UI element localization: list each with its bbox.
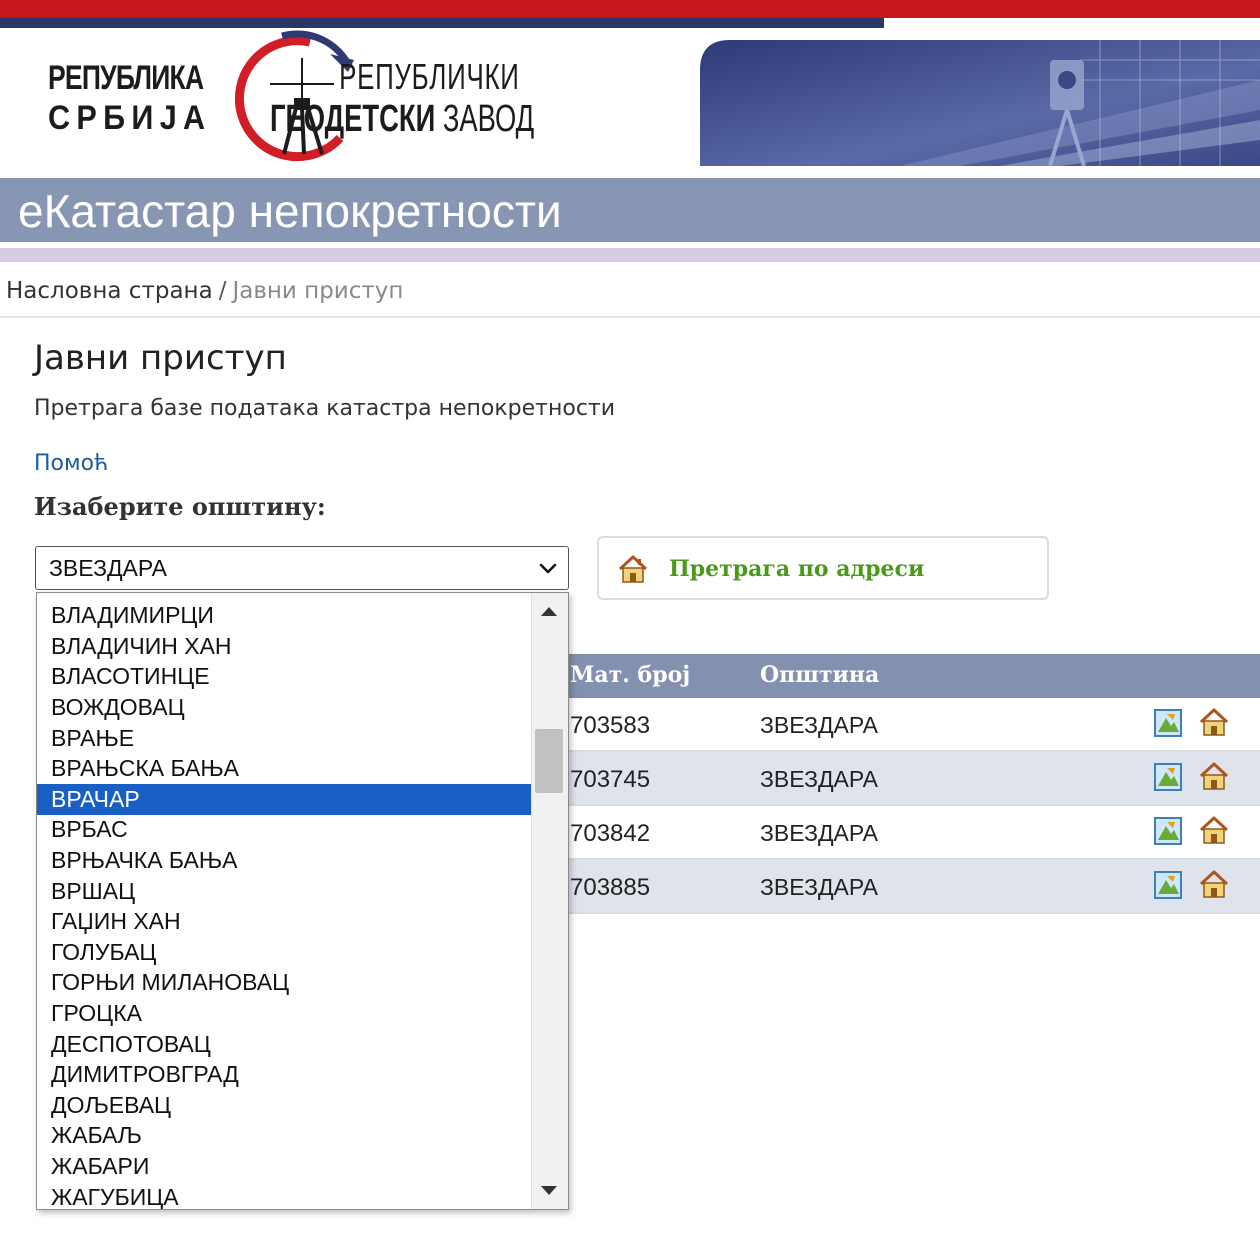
agency-line2: ГЕОДЕТСКИ ЗАВОД (270, 98, 534, 140)
app-title-bar: еКатастар непокретности (0, 178, 1260, 242)
top-red-stripe (0, 0, 1260, 18)
page-title: Јавни приступ (34, 338, 287, 378)
house-icon[interactable] (1198, 814, 1230, 846)
municipality-select-label: Изаберите општину: (34, 492, 326, 521)
column-header-mat-broj: Мат. број (570, 662, 691, 688)
scroll-down-arrow-icon[interactable] (541, 1186, 557, 1195)
dropdown-option[interactable]: ВЛАДИМИРЦИ (37, 600, 531, 631)
scrollbar-thumb[interactable] (535, 729, 563, 793)
table-row: 703745 ЗВЕЗДАРА (560, 752, 1260, 806)
municipality-dropdown-list[interactable]: ВЛАДИМИРЦИ ВЛАДИЧИН ХАН ВЛАСОТИНЦЕ ВОЖДО… (36, 592, 569, 1210)
country-wordmark: РЕПУБЛИКА СРБИЈА (48, 58, 247, 138)
cell-opstina: ЗВЕЗДАРА (760, 712, 879, 738)
scroll-up-arrow-icon[interactable] (541, 607, 557, 616)
address-search-button[interactable]: Претрага по адреси (597, 536, 1049, 600)
table-row: 703885 ЗВЕЗДАРА (560, 860, 1260, 914)
breadcrumb-divider (0, 316, 1260, 318)
map-icon[interactable] (1153, 762, 1183, 792)
page-subtitle: Претрага базе података катастра непокрет… (34, 396, 616, 421)
dropdown-option-highlighted[interactable]: ВРАЧАР (37, 784, 531, 815)
dropdown-option[interactable]: ВРШАЦ (37, 876, 531, 907)
dropdown-option[interactable]: ГРОЦКА (37, 998, 531, 1029)
dropdown-option[interactable]: ДОЉЕВАЦ (37, 1090, 531, 1121)
dropdown-option[interactable]: ЖАГУБИЦА (37, 1182, 531, 1209)
table-row: 703842 ЗВЕЗДАРА (560, 806, 1260, 860)
country-line1: РЕПУБЛИКА (48, 59, 204, 97)
dropdown-option[interactable]: ДИМИТРОВГРАД (37, 1059, 531, 1090)
dropdown-option[interactable]: ВОЖДОВАЦ (37, 692, 531, 723)
agency-wordmark: РЕПУБЛИЧКИ ГЕОДЕТСКИ ЗАВОД (270, 56, 637, 140)
cell-opstina: ЗВЕЗДАРА (760, 874, 879, 900)
dropdown-option[interactable]: ДЕСПОТОВАЦ (37, 1029, 531, 1060)
dropdown-option[interactable]: ЖАБАРИ (37, 1151, 531, 1182)
dropdown-option[interactable]: ВРЊАЧКА БАЊА (37, 845, 531, 876)
municipality-select[interactable]: ЗВЕЗДАРА (35, 546, 569, 590)
column-header-opstina: Општина (760, 662, 880, 688)
results-table-header: Мат. број Општина (560, 654, 1260, 698)
dropdown-option[interactable]: ГОЛУБАЦ (37, 937, 531, 968)
breadcrumb-separator: / (218, 278, 227, 304)
dropdown-option[interactable]: ВРАЊСКА БАЊА (37, 753, 531, 784)
country-line2: СРБИЈА (48, 99, 212, 137)
cell-opstina: ЗВЕЗДАРА (760, 820, 879, 846)
table-row: 703583 ЗВЕЗДАРА (560, 698, 1260, 752)
agency-line1: РЕПУБЛИЧКИ (339, 56, 520, 97)
cell-mat-broj: 703745 (570, 766, 651, 793)
map-icon[interactable] (1153, 816, 1183, 846)
app-title: еКатастар непокретности (18, 185, 562, 237)
agency-line2-rest: ЗАВОД (442, 98, 535, 140)
top-navy-stripe (0, 18, 884, 28)
dropdown-option[interactable]: ЖАБАЉ (37, 1120, 531, 1151)
breadcrumb: Насловна страна / Јавни приступ (6, 278, 403, 304)
title-underline-bar (0, 248, 1260, 262)
house-icon[interactable] (1198, 706, 1230, 738)
dropdown-option[interactable]: ВРБАС (37, 814, 531, 845)
house-icon (618, 555, 648, 583)
breadcrumb-current: Јавни приступ (232, 278, 404, 304)
dropdown-option[interactable]: ВЛАСОТИНЦЕ (37, 661, 531, 692)
dropdown-option[interactable]: ГАЏИН ХАН (37, 906, 531, 937)
breadcrumb-home-link[interactable]: Насловна страна (6, 278, 213, 304)
map-icon[interactable] (1153, 870, 1183, 900)
cell-mat-broj: 703842 (570, 820, 651, 847)
dropdown-option[interactable]: ВЛАДИЧИН ХАН (37, 631, 531, 662)
chevron-down-icon (539, 563, 557, 574)
surveying-banner-image (700, 40, 1260, 166)
cell-opstina: ЗВЕЗДАРА (760, 766, 879, 792)
house-icon[interactable] (1198, 760, 1230, 792)
agency-line2-bold: ГЕОДЕТСКИ (270, 98, 436, 140)
site-header: РЕПУБЛИКА СРБИЈА РЕПУБЛИЧКИ ГЕОДЕТСКИ ЗА… (0, 28, 1260, 168)
address-search-label: Претрага по адреси (669, 556, 925, 582)
dropdown-option[interactable]: ГОРЊИ МИЛАНОВАЦ (37, 967, 531, 998)
cell-mat-broj: 703583 (570, 712, 651, 739)
dropdown-scrollbar[interactable] (531, 593, 568, 1209)
house-icon[interactable] (1198, 868, 1230, 900)
cell-mat-broj: 703885 (570, 874, 651, 901)
map-icon[interactable] (1153, 708, 1183, 738)
dropdown-option[interactable]: ВРАЊЕ (37, 723, 531, 754)
help-link[interactable]: Помоћ (34, 451, 108, 476)
municipality-select-value: ЗВЕЗДАРА (49, 555, 168, 581)
